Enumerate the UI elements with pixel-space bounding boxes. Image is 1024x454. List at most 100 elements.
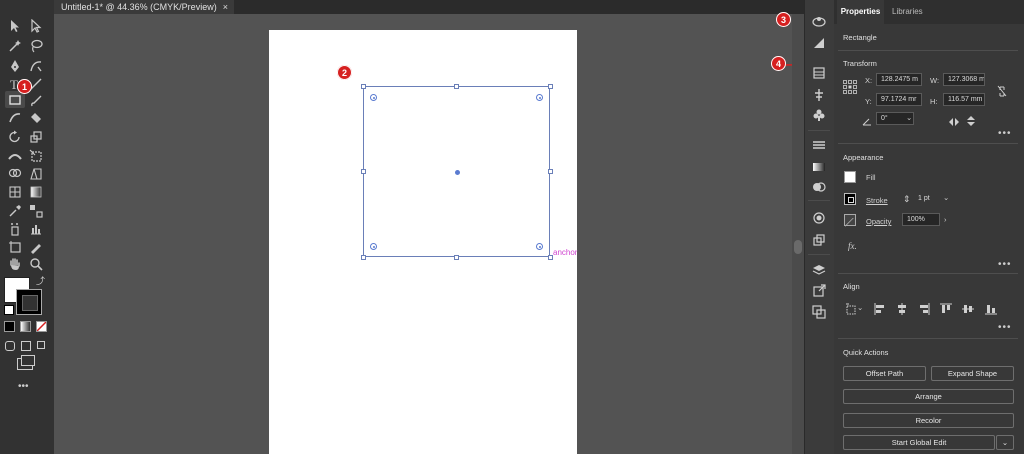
perspective-grid-tool-icon[interactable] (28, 166, 44, 182)
transform-more-options-icon[interactable]: ••• (998, 128, 1012, 139)
appearance-more-options-icon[interactable]: ••• (998, 259, 1012, 270)
gradient-tool-icon[interactable] (28, 184, 44, 200)
transparency-panel-icon[interactable] (808, 178, 830, 196)
blend-tool-icon[interactable] (28, 203, 44, 219)
flip-horizontal-icon[interactable] (948, 114, 960, 126)
direct-selection-tool-icon[interactable] (28, 18, 44, 34)
zoom-tool-icon[interactable] (28, 256, 44, 272)
vertical-align-bottom-icon[interactable] (985, 302, 997, 315)
corner-widget-top-right[interactable] (536, 94, 543, 101)
scale-tool-icon[interactable] (28, 129, 44, 145)
eraser-tool-icon[interactable] (28, 110, 44, 126)
appearance-panel-icon[interactable] (808, 209, 830, 227)
fill-color-swatch[interactable] (844, 171, 856, 183)
gradient-mode-icon[interactable] (20, 321, 31, 332)
lasso-tool-icon[interactable] (28, 38, 44, 54)
image-trace-icon[interactable] (808, 64, 830, 82)
rotation-dropdown-chevron-icon[interactable]: ⌄ (906, 113, 912, 122)
hand-tool-icon[interactable] (7, 256, 23, 272)
scrollbar-thumb[interactable] (794, 240, 802, 254)
symbols-icon[interactable] (808, 106, 830, 124)
opacity-arrow-icon[interactable]: › (944, 215, 947, 224)
magic-wand-tool-icon[interactable] (7, 38, 23, 54)
width-field[interactable]: 127.3068 m (943, 73, 985, 86)
width-tool-icon[interactable] (7, 148, 23, 164)
offset-path-button[interactable]: Offset Path (843, 366, 926, 381)
draw-behind-icon[interactable] (21, 341, 31, 351)
export-panel-icon[interactable] (808, 282, 830, 300)
artboard-tool-icon[interactable] (7, 239, 23, 255)
horizontal-align-center-icon[interactable] (896, 302, 908, 315)
recolor-button[interactable]: Recolor (843, 413, 1014, 428)
handle-bottom-left[interactable] (361, 255, 366, 260)
handle-top-middle[interactable] (454, 84, 459, 89)
edit-toolbar-icon[interactable]: ••• (18, 381, 29, 392)
close-tab-icon[interactable]: × (223, 0, 228, 14)
swap-fill-stroke-icon[interactable]: ⤴ (36, 274, 45, 287)
align-to-dropdown-chevron-icon[interactable]: ⌄ (857, 303, 863, 312)
selection-tool-icon[interactable] (7, 18, 23, 34)
transparency-icon[interactable] (808, 34, 830, 52)
stroke-weight-stepper-icon[interactable]: ⇕ (903, 194, 911, 205)
handle-middle-right[interactable] (548, 169, 553, 174)
center-point[interactable] (455, 170, 460, 175)
draw-inside-icon[interactable] (37, 341, 45, 349)
draw-normal-icon[interactable] (5, 341, 15, 351)
vertical-scrollbar[interactable] (792, 14, 804, 454)
tab-properties[interactable]: Properties (837, 0, 884, 24)
puppet-warp-icon[interactable] (808, 86, 830, 104)
stroke-panel-icon[interactable] (808, 136, 830, 154)
vertical-align-top-icon[interactable] (940, 302, 952, 314)
fx-effects-icon[interactable]: fx. (848, 241, 857, 251)
stroke-weight-dropdown-chevron-icon[interactable]: ⌄ (943, 193, 949, 202)
default-fill-stroke-icon[interactable] (4, 305, 14, 315)
handle-top-left[interactable] (361, 84, 366, 89)
global-edit-options-chevron-icon[interactable]: ⌄ (996, 435, 1014, 450)
handle-top-right[interactable] (548, 84, 553, 89)
column-graph-tool-icon[interactable] (28, 221, 44, 237)
mesh-tool-icon[interactable] (7, 184, 23, 200)
align-to-selection-icon[interactable] (845, 302, 857, 315)
shape-builder-tool-icon[interactable] (7, 166, 23, 182)
artboards-panel-icon[interactable] (808, 303, 830, 321)
arrange-button[interactable]: Arrange (843, 389, 1014, 404)
start-global-edit-button[interactable]: Start Global Edit (843, 435, 995, 450)
color-guide-icon[interactable] (808, 12, 830, 30)
eyedropper-tool-icon[interactable] (7, 203, 23, 219)
screen-mode-icon[interactable] (17, 355, 35, 370)
horizontal-align-right-icon[interactable] (918, 302, 930, 315)
expand-shape-button[interactable]: Expand Shape (931, 366, 1014, 381)
height-field[interactable]: 116.57 mm (943, 93, 985, 106)
corner-widget-bottom-left[interactable] (370, 243, 377, 250)
x-position-field[interactable]: 128.2475 m (876, 73, 922, 86)
stroke-swatch[interactable] (16, 289, 42, 315)
flip-vertical-icon[interactable] (966, 114, 976, 126)
opacity-field[interactable]: 100% (902, 213, 940, 226)
opacity-label[interactable]: Opacity (866, 217, 891, 226)
corner-widget-bottom-right[interactable] (536, 243, 543, 250)
graphic-styles-icon[interactable] (808, 231, 830, 249)
none-mode-icon[interactable] (36, 321, 47, 332)
tab-libraries[interactable]: Libraries (892, 0, 923, 24)
shaper-tool-icon[interactable] (7, 110, 23, 126)
stroke-label[interactable]: Stroke (866, 196, 888, 205)
slice-tool-icon[interactable] (28, 239, 44, 255)
handle-bottom-middle[interactable] (454, 255, 459, 260)
symbol-sprayer-tool-icon[interactable] (7, 221, 23, 237)
vertical-align-center-icon[interactable] (962, 302, 974, 314)
paintbrush-tool-icon[interactable] (28, 93, 44, 109)
rotate-tool-icon[interactable] (7, 129, 23, 145)
free-transform-tool-icon[interactable] (28, 148, 44, 164)
corner-widget-top-left[interactable] (370, 94, 377, 101)
gradient-panel-icon[interactable] (808, 158, 830, 176)
stroke-weight-field[interactable]: 1 pt (913, 192, 941, 205)
y-position-field[interactable]: 97.1724 mr (876, 93, 922, 106)
layers-panel-icon[interactable] (808, 261, 830, 279)
curvature-tool-icon[interactable] (28, 58, 44, 74)
pen-tool-icon[interactable] (7, 58, 23, 74)
horizontal-align-left-icon[interactable] (874, 302, 886, 315)
handle-middle-left[interactable] (361, 169, 366, 174)
color-mode-icon[interactable] (4, 321, 15, 332)
constrain-proportions-icon[interactable] (996, 84, 1008, 97)
align-more-options-icon[interactable]: ••• (998, 322, 1012, 333)
